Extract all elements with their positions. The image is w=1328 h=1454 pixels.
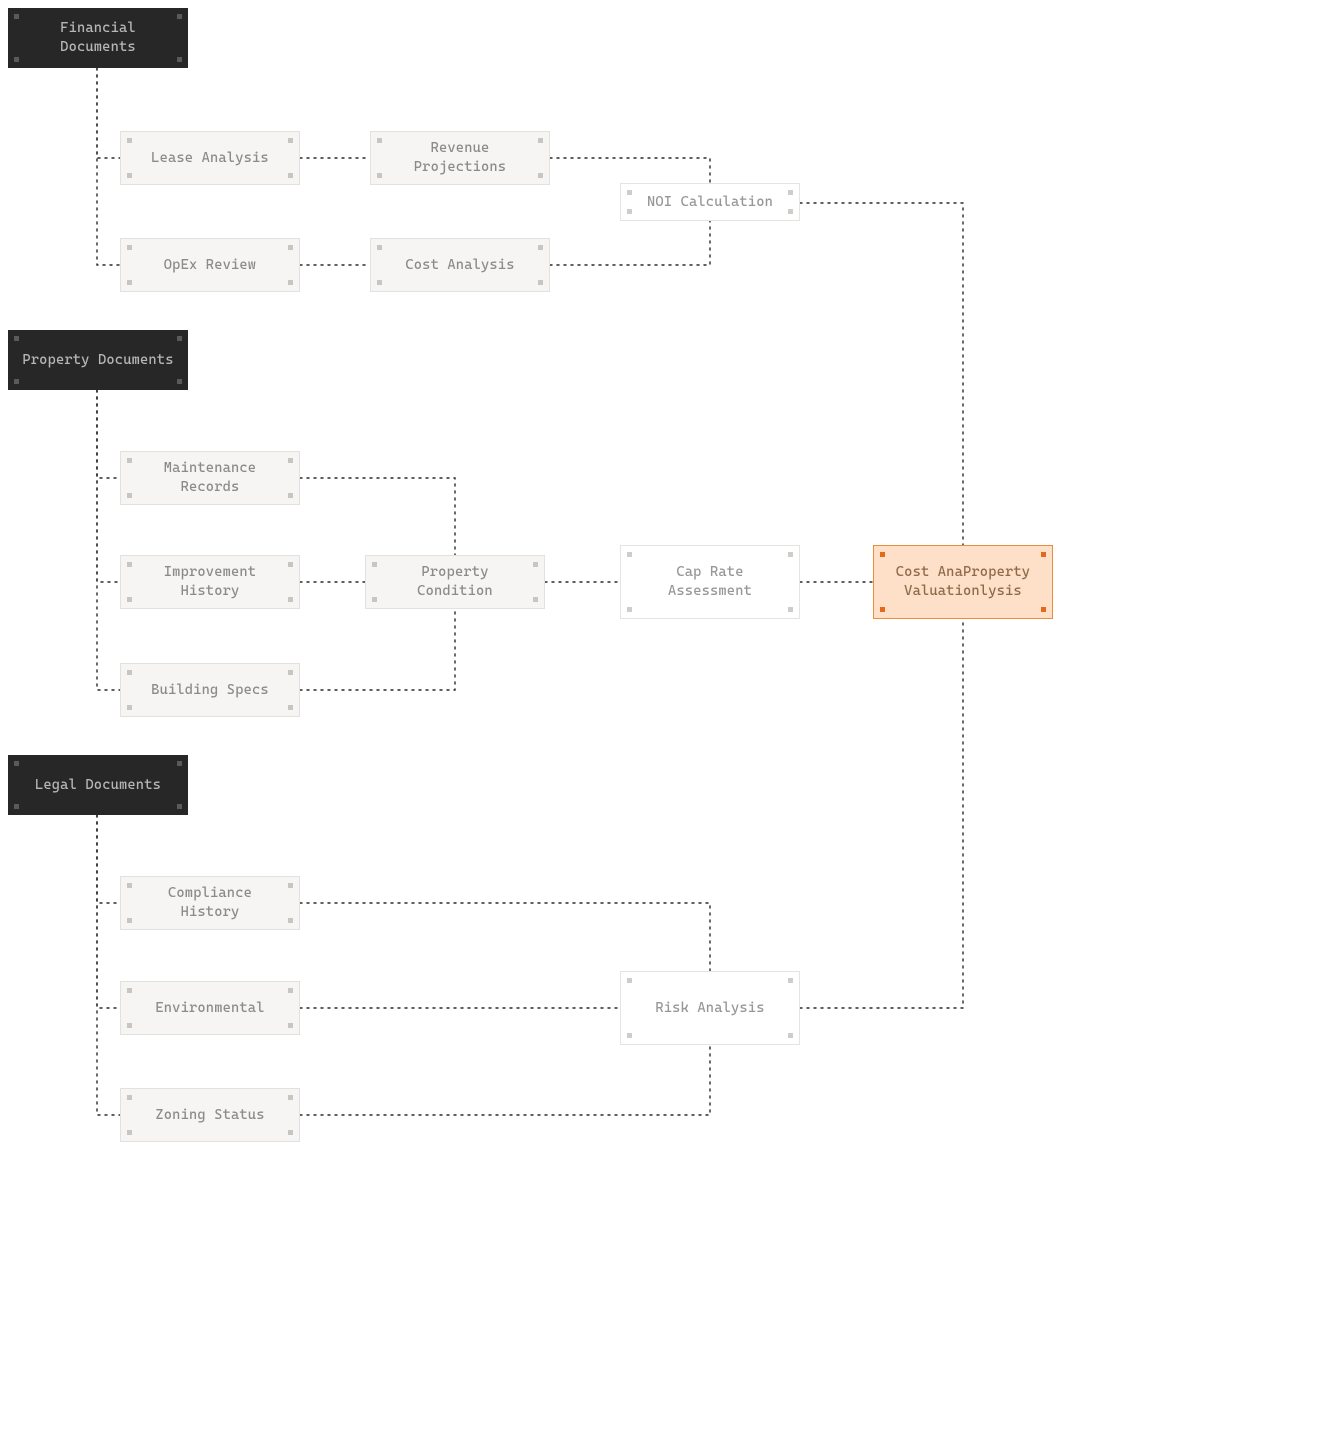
node-cap-rate-assessment: Cap Rate Assessment: [620, 545, 800, 619]
node-label: Improvement History: [135, 563, 285, 601]
node-zoning-status: Zoning Status: [120, 1088, 300, 1142]
node-label: Revenue Projections: [385, 139, 535, 177]
node-lease-analysis: Lease Analysis: [120, 131, 300, 185]
diagram-canvas: .dot { fill:none; stroke:#2b2b2b; stroke…: [0, 0, 1328, 1454]
header-label: Financial Documents: [22, 19, 174, 57]
node-label: Property Condition: [380, 563, 530, 601]
header-legal-documents: Legal Documents: [8, 755, 188, 815]
node-cost-analysis: Cost Analysis: [370, 238, 550, 292]
node-label: Zoning Status: [155, 1106, 264, 1125]
header-label: Legal Documents: [35, 776, 161, 795]
node-property-condition: Property Condition: [365, 555, 545, 609]
node-compliance-history: Compliance History: [120, 876, 300, 930]
header-property-documents: Property Documents: [8, 330, 188, 390]
node-label: Cost Analysis: [405, 256, 514, 275]
node-label: Cost AnaProperty Valuationlysis: [888, 563, 1038, 601]
node-label: Maintenance Records: [135, 459, 285, 497]
node-label: NOI Calculation: [647, 193, 773, 212]
node-opex-review: OpEx Review: [120, 238, 300, 292]
node-revenue-projections: Revenue Projections: [370, 131, 550, 185]
node-building-specs: Building Specs: [120, 663, 300, 717]
node-risk-analysis: Risk Analysis: [620, 971, 800, 1045]
node-label: Cap Rate Assessment: [635, 563, 785, 601]
node-maintenance-records: Maintenance Records: [120, 451, 300, 505]
node-label: Compliance History: [135, 884, 285, 922]
node-label: Environmental: [155, 999, 264, 1018]
node-label: OpEx Review: [164, 256, 256, 275]
node-environmental: Environmental: [120, 981, 300, 1035]
node-label: Building Specs: [151, 681, 269, 700]
header-label: Property Documents: [22, 351, 173, 370]
header-financial-documents: Financial Documents: [8, 8, 188, 68]
node-noi-calculation: NOI Calculation: [620, 183, 800, 221]
node-improvement-history: Improvement History: [120, 555, 300, 609]
node-label: Risk Analysis: [655, 999, 764, 1018]
node-property-valuation: Cost AnaProperty Valuationlysis: [873, 545, 1053, 619]
node-label: Lease Analysis: [151, 149, 269, 168]
